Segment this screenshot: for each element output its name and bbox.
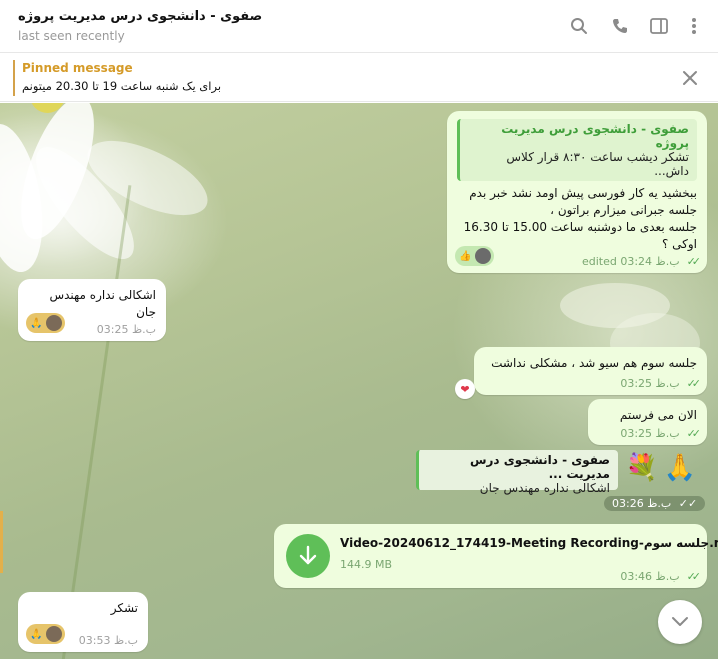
search-icon[interactable]: [568, 15, 590, 37]
message-bubble-outgoing[interactable]: صفوی - دانشجوی درس مدیریت پروژه تشکر دیش…: [447, 111, 707, 273]
message-text: ببخشید یه کار فورسی پیش اومد نشد خبر بدم…: [457, 185, 697, 253]
message-bubble-incoming[interactable]: اشکالی نداره مهندس جان 🙏 03:25 ب.ظ: [18, 279, 166, 341]
message-text: تشکر: [110, 601, 138, 615]
pray-icon: 🙏: [30, 628, 43, 640]
message-bubble-outgoing[interactable]: الان می فرستم 03:25 ب.ظ ✓✓: [588, 399, 707, 445]
thumbs-up-icon: 👍: [459, 250, 472, 262]
chat-area[interactable]: صفوی - دانشجوی درس مدیریت پروژه تشکر دیش…: [0, 103, 718, 659]
message-time: 03:26 ب.ظ: [612, 497, 672, 510]
pinned-accent-bar: [13, 60, 15, 96]
file-message-bubble[interactable]: Video-20240612_174419-Meeting Recording-…: [274, 524, 718, 588]
double-check-icon: ✓✓: [686, 570, 702, 583]
message-text: جلسه سوم هم سیو شد ، مشکلی نداشت: [491, 356, 697, 370]
message-time: 03:25 ب.ظ: [620, 427, 680, 440]
double-check-icon: ✓✓: [678, 497, 702, 510]
reply-text: اشکالی نداره مهندس جان: [479, 481, 610, 495]
double-check-icon: ✓✓: [686, 255, 702, 268]
pray-sticker-icon[interactable]: 🙏: [662, 450, 698, 486]
reply-author: صفوی - دانشجوی درس مدیریت ...: [469, 453, 610, 481]
reply-quote[interactable]: صفوی - دانشجوی درس مدیریت ... اشکالی ندا…: [416, 450, 618, 495]
reply-text: تشکر دیشب ساعت ۸:۳۰ قرار کلاس داش...: [506, 150, 689, 178]
reactions[interactable]: 🙏: [26, 624, 65, 644]
message-time: 03:25 ب.ظ: [96, 323, 156, 336]
avatar: [46, 626, 62, 642]
pray-icon: 🙏: [30, 317, 43, 329]
message-meta: 03:25 ب.ظ ✓✓: [620, 427, 702, 440]
pinned-label: Pinned message: [22, 61, 133, 75]
pinned-text: برای یک شنبه ساعت 19 تا 20.30 میتونم: [22, 79, 222, 93]
message-meta: 03:25 ب.ظ ✓✓: [620, 377, 702, 390]
chat-header: صفوی - دانشجوی درس مدیریت پروژه last see…: [0, 0, 718, 53]
chat-title[interactable]: صفوی - دانشجوی درس مدیریت پروژه: [18, 9, 262, 24]
message-bubble-incoming[interactable]: تشکر 🙏 03:53 ب.ظ: [18, 592, 148, 652]
message-time: edited 03:24 ب.ظ: [581, 255, 680, 268]
message-meta: 03:53 ب.ظ: [79, 634, 138, 647]
phone-icon[interactable]: [609, 15, 631, 37]
reply-quote[interactable]: صفوی - دانشجوی درس مدیریت پروژه تشکر دیش…: [457, 119, 697, 181]
reactions[interactable]: 👍: [455, 246, 494, 266]
background-stem: [61, 185, 132, 659]
double-check-icon: ✓✓: [686, 377, 702, 390]
message-time: 03:53 ب.ظ: [78, 634, 138, 647]
file-size: 144.9 MB: [340, 558, 393, 571]
message-line: اوکی ؟: [661, 237, 697, 251]
scroll-to-bottom-button[interactable]: [658, 600, 702, 644]
message-line: جلسه جبرانی میزارم براتون ،: [550, 203, 697, 217]
pinned-message-bar[interactable]: Pinned message برای یک شنبه ساعت 19 تا 2…: [0, 54, 718, 102]
message-meta: edited 03:24 ب.ظ ✓✓: [581, 255, 702, 268]
message-meta: 03:26 ب.ظ ✓✓: [604, 496, 706, 511]
double-check-icon: ✓✓: [686, 427, 702, 440]
close-icon[interactable]: [680, 68, 700, 88]
message-time: 03:46 ب.ظ: [620, 570, 680, 583]
flowers-sticker-icon[interactable]: 💐: [624, 450, 660, 486]
reply-author: صفوی - دانشجوی درس مدیریت پروژه: [501, 122, 689, 150]
message-time: 03:25 ب.ظ: [620, 377, 680, 390]
message-line: جلسه بعدی ما دوشنبه ساعت 15.00 تا 16.30: [463, 220, 697, 234]
file-name: Video-20240612_174419-Meeting Recording-…: [340, 536, 718, 550]
download-icon[interactable]: [286, 534, 330, 578]
sidebar-toggle-icon[interactable]: [648, 15, 670, 37]
message-meta: 03:25 ب.ظ: [97, 323, 156, 336]
avatar: [475, 248, 491, 264]
message-line: ببخشید یه کار فورسی پیش اومد نشد خبر بدم: [469, 186, 697, 200]
last-seen-status: last seen recently: [18, 29, 125, 43]
left-edge-accent: [0, 511, 3, 573]
message-meta: 03:46 ب.ظ ✓✓: [620, 570, 702, 583]
avatar: [46, 315, 62, 331]
more-vertical-icon[interactable]: [683, 15, 705, 37]
chevron-down-icon: [671, 616, 689, 628]
reactions[interactable]: 🙏: [26, 313, 65, 333]
message-text: الان می فرستم: [619, 408, 697, 422]
message-bubble-outgoing[interactable]: جلسه سوم هم سیو شد ، مشکلی نداشت 03:25 ب…: [474, 347, 707, 395]
heart-reaction-icon[interactable]: ❤: [455, 379, 475, 399]
